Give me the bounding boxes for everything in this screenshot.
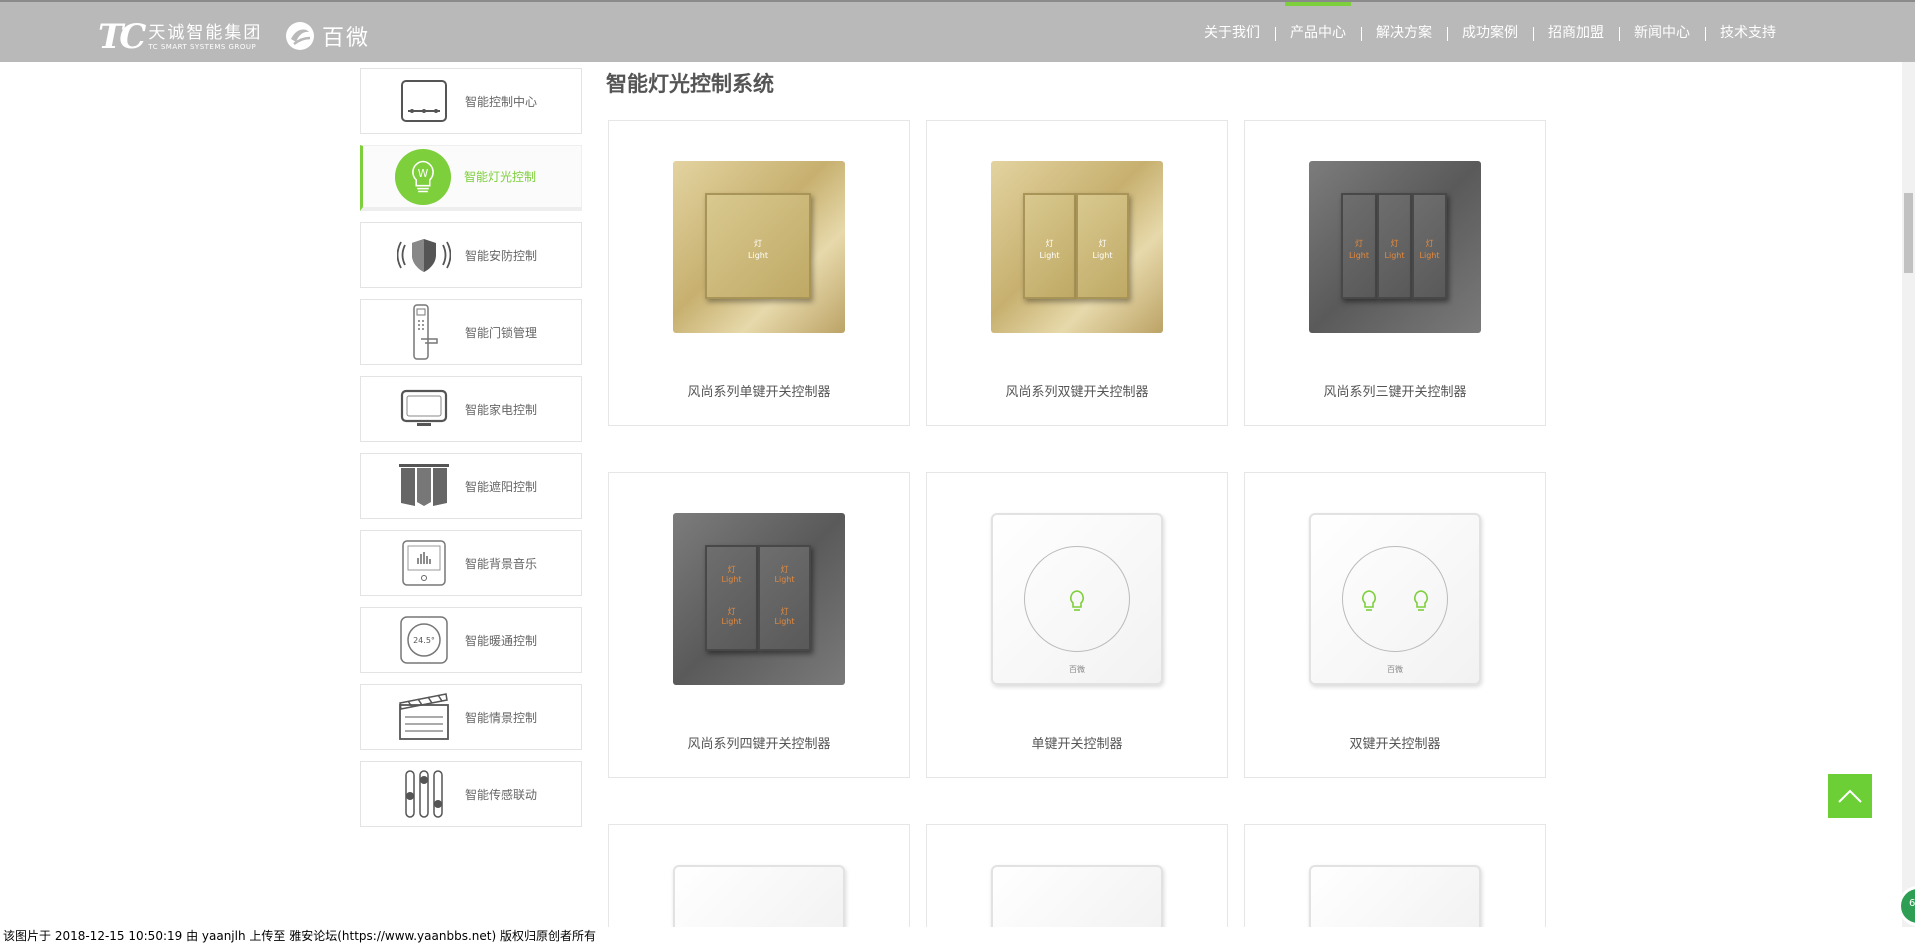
category-sidebar: 智能控制中心 W 智能灯光控制 智能安防控制 智能门锁管理 智能家电控制 智能遮… (360, 68, 582, 838)
curtain-icon (395, 457, 453, 515)
main-nav: 关于我们 产品中心 解决方案 成功案例 招商加盟 新闻中心 技术支持 (1189, 2, 1791, 64)
switch-key: 灯 Light (705, 193, 811, 299)
product-image (1309, 865, 1481, 935)
product-image: 灯 Light 灯 Light 灯 Light 灯 Light (673, 513, 845, 685)
baiwei-logo-mark (286, 22, 314, 50)
sidebar-item-label: 智能传感联动 (465, 787, 538, 802)
sidebar-item-label: 智能遮阳控制 (465, 479, 538, 494)
sidebar-item-label: 智能暖通控制 (465, 633, 538, 648)
sidebar-item-hvac[interactable]: 24.5° 智能暖通控制 (360, 607, 582, 673)
switch-key: 灯 Light 灯 Light (705, 545, 758, 651)
sidebar-item-scene[interactable]: 智能情景控制 (360, 684, 582, 750)
product-name[interactable]: 双键开关控制器 (1245, 733, 1545, 752)
product-image: 百微 (991, 513, 1163, 685)
product-name[interactable]: 风尚系列四键开关控制器 (609, 733, 909, 752)
sidebar-item-security[interactable]: 智能安防控制 (360, 222, 582, 288)
sidebar-item-label: 智能灯光控制 (464, 170, 537, 184)
tc-brand-english: TC SMART SYSTEMS GROUP (148, 42, 257, 51)
nav-products[interactable]: 产品中心 (1275, 2, 1361, 64)
switch-brand: 百微 (1069, 665, 1085, 674)
sidebar-item-lighting[interactable]: W 智能灯光控制 (360, 145, 582, 211)
thermostat-icon: 24.5° (395, 611, 453, 669)
product-card[interactable] (1244, 824, 1546, 935)
tv-icon (395, 380, 453, 438)
bulb-letter: W (418, 167, 429, 180)
product-name[interactable]: 风尚系列单键开关控制器 (609, 381, 909, 400)
bulb-icon (1070, 590, 1084, 611)
upload-watermark: 该图片于 2018-12-15 10:50:19 由 yaanjlh 上传至 雅… (0, 927, 1915, 945)
baiwei-logo[interactable]: 百微 (284, 20, 370, 52)
page-title: 智能灯光控制系统 (606, 72, 774, 96)
sidebar-item-music[interactable]: 智能背景音乐 (360, 530, 582, 596)
product-card[interactable]: 灯 Light 灯 Light 灯 Light 灯 Light 风尚系列四键开关… (608, 472, 910, 778)
bulb-icon: W (394, 148, 452, 206)
product-name[interactable]: 单键开关控制器 (927, 733, 1227, 752)
tc-group-logo[interactable]: TC 天诚智能集团 TC SMART SYSTEMS GROUP (98, 20, 262, 54)
tc-logo-mark: TC (98, 17, 146, 57)
shield-icon (395, 226, 453, 284)
nav-franchise[interactable]: 招商加盟 (1533, 2, 1619, 64)
thermostat-value: 24.5° (413, 636, 435, 645)
product-card[interactable]: 灯 Light 风尚系列单键开关控制器 (608, 120, 910, 426)
site-header: TC 天诚智能集团 TC SMART SYSTEMS GROUP 百微 关于我们… (0, 0, 1915, 62)
chat-badge[interactable]: 66 (1898, 886, 1915, 926)
switch-key: 灯 Light (1412, 193, 1447, 299)
product-card[interactable]: 灯 Light 灯 Light 灯 Light 风尚系列三键开关控制器 (1244, 120, 1546, 426)
nav-about[interactable]: 关于我们 (1189, 2, 1275, 64)
product-card[interactable] (926, 824, 1228, 935)
product-image: 百微 (1309, 513, 1481, 685)
product-image (991, 865, 1163, 935)
sidebar-item-label: 智能门锁管理 (465, 325, 538, 340)
sidebar-item-label: 智能安防控制 (465, 248, 538, 263)
switch-key: 灯 Light (1341, 193, 1377, 299)
switch-brand: 百微 (1387, 665, 1403, 674)
nav-solutions[interactable]: 解决方案 (1361, 2, 1447, 64)
product-name[interactable]: 风尚系列双键开关控制器 (927, 381, 1227, 400)
product-image: 灯 Light 灯 Light 灯 Light (1309, 161, 1481, 333)
sidebar-item-label: 智能家电控制 (465, 402, 538, 417)
nav-news[interactable]: 新闻中心 (1619, 2, 1705, 64)
bulb-icon (1414, 590, 1428, 611)
sidebar-item-label: 智能背景音乐 (465, 556, 538, 571)
bulb-icon (1362, 590, 1376, 611)
product-image (673, 865, 845, 935)
touch-ring (1342, 546, 1448, 652)
sidebar-item-shading[interactable]: 智能遮阳控制 (360, 453, 582, 519)
product-card[interactable]: 百微 单键开关控制器 (926, 472, 1228, 778)
back-to-top-button[interactable] (1828, 774, 1872, 818)
switch-key: 灯 Light (1377, 193, 1412, 299)
product-card[interactable]: 灯 Light 灯 Light 风尚系列双键开关控制器 (926, 120, 1228, 426)
tc-brand-name: 天诚智能集团 (148, 22, 263, 43)
sidebar-item-label: 智能控制中心 (465, 94, 538, 109)
baiwei-brand-name: 百微 (322, 26, 371, 51)
product-card[interactable]: 百微 双键开关控制器 (1244, 472, 1546, 778)
chevron-up-icon (1838, 789, 1862, 803)
music-panel-icon (395, 534, 453, 592)
sidebar-item-door-lock[interactable]: 智能门锁管理 (360, 299, 582, 365)
sidebar-item-appliance[interactable]: 智能家电控制 (360, 376, 582, 442)
product-card[interactable] (608, 824, 910, 935)
product-name[interactable]: 风尚系列三键开关控制器 (1245, 381, 1545, 400)
switch-key: 灯 Light (1076, 193, 1129, 299)
scrollbar-thumb[interactable] (1904, 193, 1913, 273)
control-panel-icon (395, 72, 453, 130)
scrollbar[interactable] (1902, 62, 1915, 927)
nav-support[interactable]: 技术支持 (1705, 2, 1791, 64)
sidebar-item-control-center[interactable]: 智能控制中心 (360, 68, 582, 134)
sensor-sliders-icon (395, 765, 453, 823)
sidebar-item-label: 智能情景控制 (465, 710, 538, 725)
clapperboard-icon (395, 688, 453, 746)
product-image: 灯 Light 灯 Light (991, 161, 1163, 333)
product-image: 灯 Light (673, 161, 845, 333)
switch-key: 灯 Light (1023, 193, 1076, 299)
switch-key: 灯 Light 灯 Light (758, 545, 811, 651)
sidebar-item-sensor[interactable]: 智能传感联动 (360, 761, 582, 827)
nav-cases[interactable]: 成功案例 (1447, 2, 1533, 64)
door-lock-icon (395, 303, 453, 361)
